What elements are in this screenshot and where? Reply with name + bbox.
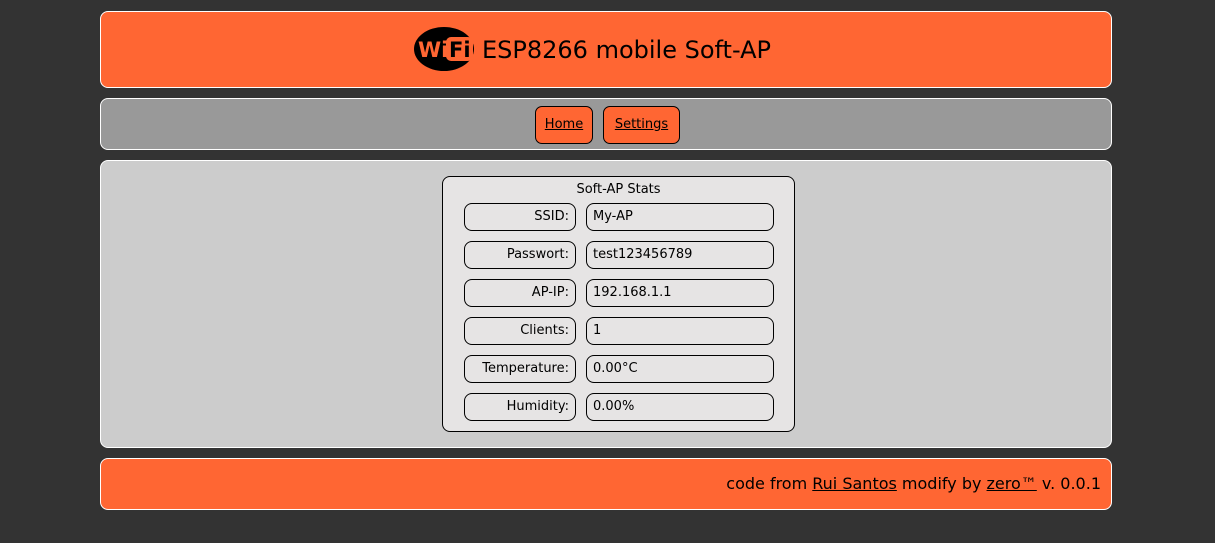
stat-row-password: Passwort: test123456789: [464, 241, 774, 269]
footer-bar: code from Rui Santos modify by zero™ v. …: [100, 458, 1112, 510]
footer-credits: code from Rui Santos modify by zero™ v. …: [726, 459, 1101, 509]
stat-row-temperature: Temperature: 0.00°C: [464, 355, 774, 383]
stat-value: My-AP: [586, 203, 774, 231]
version-text: v. 0.0.1: [1036, 474, 1101, 493]
wifi-logo-icon: Wi Fi: [414, 27, 474, 71]
page-title: ESP8266 mobile Soft-AP: [482, 36, 771, 64]
stat-label: AP-IP:: [464, 279, 576, 307]
stat-label: Clients:: [464, 317, 576, 345]
svg-text:Fi: Fi: [449, 38, 471, 62]
stat-label: Humidity:: [464, 393, 576, 421]
stat-row-clients: Clients: 1: [464, 317, 774, 345]
stat-value: 0.00%: [586, 393, 774, 421]
stats-box: Soft-AP Stats SSID: My-AP Passwort: test…: [442, 176, 795, 432]
settings-link[interactable]: Settings: [603, 106, 680, 144]
stat-row-ap-ip: AP-IP: 192.168.1.1: [464, 279, 774, 307]
stat-row-humidity: Humidity: 0.00%: [464, 393, 774, 421]
stat-value: 1: [586, 317, 774, 345]
main-content: Soft-AP Stats SSID: My-AP Passwort: test…: [100, 160, 1112, 448]
footer-middle: modify by: [896, 474, 987, 493]
modifier-link[interactable]: zero™: [987, 474, 1037, 493]
stat-label: SSID:: [464, 203, 576, 231]
nav-bar: Home Settings: [100, 98, 1112, 150]
stat-value: test123456789: [586, 241, 774, 269]
header-title-group: Wi Fi ESP8266 mobile Soft-AP: [413, 26, 771, 72]
footer-prefix: code from: [726, 474, 813, 493]
stat-row-ssid: SSID: My-AP: [464, 203, 774, 231]
stat-value: 192.168.1.1: [586, 279, 774, 307]
stat-label: Passwort:: [464, 241, 576, 269]
header-bar: Wi Fi ESP8266 mobile Soft-AP: [100, 11, 1112, 88]
stat-value: 0.00°C: [586, 355, 774, 383]
home-link[interactable]: Home: [535, 106, 593, 144]
stat-label: Temperature:: [464, 355, 576, 383]
svg-text:Wi: Wi: [418, 38, 448, 62]
stats-title: Soft-AP Stats: [576, 182, 661, 197]
author-link[interactable]: Rui Santos: [812, 474, 897, 493]
